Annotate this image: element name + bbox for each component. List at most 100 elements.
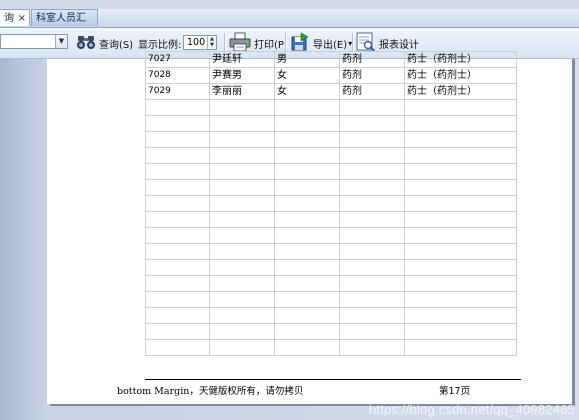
table-cell: 女	[274, 83, 340, 100]
table-row-empty	[145, 307, 517, 324]
table-cell	[404, 179, 517, 196]
chevron-down-icon[interactable]: ▼	[55, 35, 67, 48]
tab-query[interactable]: 询 ×	[0, 9, 30, 26]
table-cell	[339, 131, 405, 148]
table-row-empty	[145, 179, 517, 196]
table-row-empty	[145, 339, 517, 356]
table-cell	[339, 211, 405, 228]
footer-copyright: bottom Margin，天健版权所有，请勿拷贝	[117, 386, 304, 397]
table-cell	[274, 323, 340, 340]
table-cell	[145, 163, 210, 180]
table-cell: 药士（药剂士）	[404, 83, 517, 100]
table-row: 7028 尹赛男女药剂 药士（药剂士）	[145, 67, 517, 84]
table-cell	[339, 99, 405, 116]
table-cell	[145, 275, 210, 292]
table-cell: 男	[274, 51, 340, 68]
table-cell	[274, 291, 340, 308]
table-cell	[209, 211, 275, 228]
preview-area[interactable]: 7027 尹廷轩男药剂 药士（药剂士） 7028 尹赛男女药剂 药士（药剂士） 7029 李丽…	[0, 51, 579, 420]
table-cell: 7028	[145, 67, 210, 84]
table-cell	[274, 131, 340, 148]
table-cell	[339, 195, 405, 212]
tab-department-staff-summary[interactable]: 科室人员汇总表	[31, 9, 98, 41]
table-cell	[404, 147, 517, 164]
tab-query-label: 询	[4, 13, 14, 24]
filter-combobox[interactable]: ▼	[0, 34, 68, 49]
table-cell	[274, 259, 340, 276]
table-row-empty	[145, 291, 517, 308]
table-cell: 药士（药剂士）	[404, 67, 517, 84]
table-cell	[145, 243, 210, 260]
export-button-label: 导出(E)	[313, 39, 348, 51]
table-cell: 7027	[145, 51, 210, 68]
table-row-empty	[145, 227, 517, 244]
table-cell	[274, 99, 340, 116]
table-cell	[404, 195, 517, 212]
table-row: 7027 尹廷轩男药剂 药士（药剂士）	[145, 51, 517, 68]
table-cell: 女	[274, 67, 340, 84]
table-cell	[339, 163, 405, 180]
table-cell	[274, 339, 340, 356]
report-design-button-label: 报表设计	[379, 39, 419, 51]
table-row-empty	[145, 323, 517, 340]
table-cell	[274, 179, 340, 196]
table-cell	[274, 211, 340, 228]
table-row: 7029 李丽丽女药剂 药士（药剂士）	[145, 83, 517, 100]
table-cell: 尹赛男	[209, 67, 275, 84]
table-row-empty	[145, 211, 517, 228]
table-cell	[209, 259, 275, 276]
table-cell	[145, 227, 210, 244]
table-cell	[145, 307, 210, 324]
toolbar-separator	[352, 33, 354, 53]
table-cell	[404, 291, 517, 308]
table-row-empty	[145, 147, 517, 164]
table-cell	[209, 307, 275, 324]
table-row-empty	[145, 275, 517, 292]
table-row-empty	[145, 115, 517, 132]
table-row-empty	[145, 99, 517, 116]
table-cell	[274, 163, 340, 180]
table-cell	[404, 275, 517, 292]
report-table: 7027 尹廷轩男药剂 药士（药剂士） 7028 尹赛男女药剂 药士（药剂士） 7029 李丽…	[145, 51, 517, 356]
query-button-label: 查询(S)	[99, 39, 134, 51]
table-cell	[145, 291, 210, 308]
table-cell	[209, 195, 275, 212]
query-button[interactable]: 查询(S)	[76, 28, 133, 58]
table-cell	[209, 275, 275, 292]
table-cell: 药剂	[339, 67, 405, 84]
table-cell	[209, 243, 275, 260]
zoom-label-text: 显示比例:	[138, 39, 182, 51]
table-cell	[209, 99, 275, 116]
table-cell	[209, 339, 275, 356]
table-cell	[339, 179, 405, 196]
table-cell	[274, 307, 340, 324]
table-cell	[404, 243, 517, 260]
table-cell	[274, 275, 340, 292]
table-cell	[145, 147, 210, 164]
table-cell	[339, 259, 405, 276]
print-button-label: 打印(P)	[254, 39, 288, 51]
table-cell: 药剂	[339, 51, 405, 68]
table-cell	[145, 99, 210, 116]
table-cell	[339, 339, 405, 356]
table-cell	[339, 115, 405, 132]
tab-bar: 询 × 科室人员汇总表	[0, 9, 579, 41]
footer-page-number: 第17页	[439, 386, 471, 397]
table-cell	[339, 227, 405, 244]
zoom-input[interactable]: 100 ▲ ▼	[183, 35, 217, 50]
table-cell	[339, 307, 405, 324]
zoom-value: 100	[187, 37, 206, 48]
table-cell	[209, 323, 275, 340]
close-icon[interactable]: ×	[18, 10, 26, 27]
table-cell	[209, 291, 275, 308]
toolbar-separator	[285, 33, 287, 53]
report-page: 7027 尹廷轩男药剂 药士（药剂士） 7028 尹赛男女药剂 药士（药剂士） 7029 李丽…	[47, 51, 572, 404]
table-cell	[274, 115, 340, 132]
table-cell	[339, 291, 405, 308]
zoom-spinner[interactable]: ▲ ▼	[207, 36, 216, 49]
table-row-empty	[145, 243, 517, 260]
table-cell	[339, 243, 405, 260]
table-cell	[404, 339, 517, 356]
table-row-empty	[145, 195, 517, 212]
table-cell: 尹廷轩	[209, 51, 275, 68]
